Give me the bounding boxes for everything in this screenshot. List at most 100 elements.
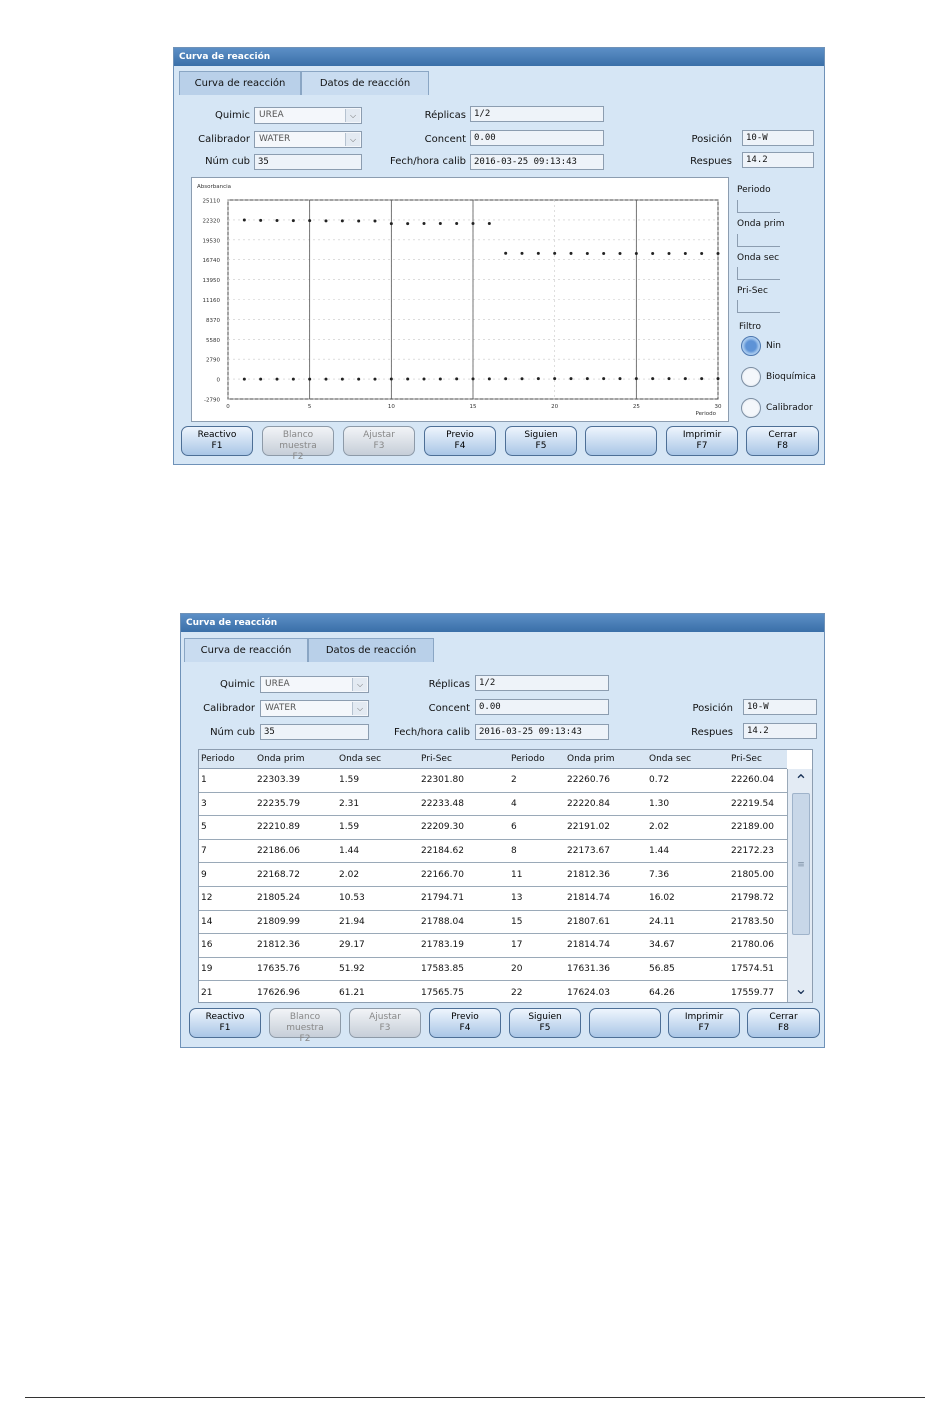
x-axis-label: Periodo xyxy=(695,411,716,417)
table-cell: 21805.24 xyxy=(255,886,337,911)
empty-button[interactable] xyxy=(585,426,657,456)
table-cell: 2.02 xyxy=(337,862,419,887)
table-row[interactable]: 7 22186.06 1.44 22184.62 8 22173.67 1.44 22172.… xyxy=(199,839,787,864)
imprimir-label: Imprimir xyxy=(682,430,722,440)
col-onda-sec-1: Onda sec xyxy=(337,750,419,769)
chevron-down-icon[interactable]: ⌵ xyxy=(345,109,360,122)
reactivo-button[interactable]: Reactivo F1 xyxy=(181,426,253,456)
filter-radio-bioquimica[interactable] xyxy=(741,367,761,387)
data-point xyxy=(373,377,377,381)
calibrador-select[interactable]: WATER ⌵ xyxy=(254,131,362,148)
data-point xyxy=(700,252,704,256)
blanco-muestra-button[interactable]: Blanco muestra F2 xyxy=(269,1008,341,1044)
table-cell: 1.59 xyxy=(337,768,419,793)
data-point xyxy=(291,219,295,223)
table-row[interactable]: 3 22235.79 2.31 22233.48 4 22220.84 1.30 22219.… xyxy=(199,792,787,817)
table-cell: 17626.96 xyxy=(255,980,337,1002)
ajustar-label: Ajustar xyxy=(369,1012,401,1022)
chevron-down-icon[interactable]: ⌵ xyxy=(345,133,360,146)
table-cell: 8 xyxy=(509,839,565,864)
table-cell: 21812.36 xyxy=(565,862,647,887)
data-point xyxy=(406,222,410,226)
table-row[interactable]: 19 17635.76 51.92 17583.85 20 17631.36 56.85 17… xyxy=(199,957,787,982)
table-cell: 14 xyxy=(199,910,255,935)
data-point xyxy=(438,377,442,381)
scroll-down-icon[interactable]: ⌄ xyxy=(790,979,812,999)
table-row[interactable]: 9 22168.72 2.02 22166.70 11 21812.36 7.36 21805… xyxy=(199,862,787,887)
chevron-down-icon[interactable]: ⌵ xyxy=(352,678,367,691)
imprimir-label: Imprimir xyxy=(684,1012,724,1022)
table-scrollbar[interactable]: ⌃ ≡ ⌄ xyxy=(787,769,812,1002)
reaction-data-window: Curva de reacción Curva de reacción Dato… xyxy=(180,613,825,1048)
quimic-select[interactable]: UREA ⌵ xyxy=(254,107,362,124)
blanco-muestra-key: F2 xyxy=(292,452,304,462)
table-cell: 17 xyxy=(509,933,565,958)
previo-key: F4 xyxy=(454,441,466,451)
col-pri-sec-1: Pri-Sec xyxy=(419,750,509,769)
table-row[interactable]: 5 22210.89 1.59 22209.30 6 22191.02 2.02 22189.… xyxy=(199,815,787,840)
tab-reaction-data[interactable]: Datos de reacción xyxy=(308,638,434,662)
data-point xyxy=(520,251,524,255)
filter-radio-calibrador[interactable] xyxy=(741,398,761,418)
siguien-button[interactable]: Siguien F5 xyxy=(509,1008,581,1038)
filtro-label: Filtro xyxy=(739,322,762,332)
scroll-thumb[interactable]: ≡ xyxy=(792,793,810,935)
table-row[interactable]: 14 21809.99 21.94 21788.04 15 21807.61 24.11 21… xyxy=(199,910,787,935)
data-point xyxy=(602,251,606,255)
imprimir-button[interactable]: Imprimir F7 xyxy=(668,1008,740,1038)
ajustar-button[interactable]: Ajustar F3 xyxy=(343,426,415,456)
tab-reaction-curve[interactable]: Curva de reacción xyxy=(179,71,301,95)
table-cell: 5 xyxy=(199,815,255,840)
replicas-label: Réplicas xyxy=(424,110,466,121)
table-cell: 4 xyxy=(509,792,565,817)
data-point xyxy=(683,377,687,381)
tab-reaction-curve[interactable]: Curva de reacción xyxy=(184,638,308,662)
tab-reaction-data[interactable]: Datos de reacción xyxy=(301,71,429,95)
reactivo-key: F1 xyxy=(219,1023,231,1033)
filter-bioquimica-label: Bioquímica xyxy=(766,372,816,382)
quimic-select[interactable]: UREA ⌵ xyxy=(260,676,369,693)
cerrar-button[interactable]: Cerrar F8 xyxy=(746,426,819,456)
table-cell: 13 xyxy=(509,886,565,911)
table-row[interactable]: 12 21805.24 10.53 21794.71 13 21814.74 16.02 21… xyxy=(199,886,787,911)
data-point xyxy=(651,377,655,381)
data-point xyxy=(422,222,426,226)
y-tick-label: -2790 xyxy=(204,398,220,404)
scroll-up-icon[interactable]: ⌃ xyxy=(790,771,812,791)
data-point xyxy=(618,251,622,255)
table-cell: 7.36 xyxy=(647,862,729,887)
data-point xyxy=(357,377,361,381)
reactivo-button[interactable]: Reactivo F1 xyxy=(189,1008,261,1038)
pri-sec-label: Pri-Sec xyxy=(737,286,768,296)
imprimir-button[interactable]: Imprimir F7 xyxy=(666,426,738,456)
empty-button[interactable] xyxy=(589,1008,661,1038)
table-cell: 2.02 xyxy=(647,815,729,840)
blanco-muestra-button[interactable]: Blanco muestra F2 xyxy=(262,426,334,462)
cerrar-key: F8 xyxy=(778,1023,789,1033)
table-cell: 22191.02 xyxy=(565,815,647,840)
periodo-field xyxy=(737,200,780,213)
table-cell: 61.21 xyxy=(337,980,419,1002)
table-row[interactable]: 16 21812.36 29.17 21783.19 17 21814.74 34.67 21… xyxy=(199,933,787,958)
data-point xyxy=(389,377,393,381)
posicion-label: Posición xyxy=(692,703,733,714)
col-onda-prim-1: Onda prim xyxy=(255,750,337,769)
table-row[interactable]: 1 22303.39 1.59 22301.80 2 22260.76 0.72 22260.… xyxy=(199,768,787,793)
ajustar-button[interactable]: Ajustar F3 xyxy=(349,1008,421,1038)
calibrador-select[interactable]: WATER ⌵ xyxy=(260,700,369,717)
table-row[interactable]: 21 17626.96 61.21 17565.75 22 17624.03 64.26 17… xyxy=(199,980,787,1002)
table-cell: 22184.62 xyxy=(419,839,509,864)
fecha-field: 2016-03-25 09:13:43 xyxy=(475,724,609,740)
siguien-button[interactable]: Siguien F5 xyxy=(505,426,577,456)
previo-button[interactable]: Previo F4 xyxy=(424,426,496,456)
reaction-curve-window: Curva de reacción Curva de reacción Dato… xyxy=(173,47,825,465)
previo-button[interactable]: Previo F4 xyxy=(429,1008,501,1038)
numcub-field: 35 xyxy=(254,154,362,170)
data-point xyxy=(683,252,687,256)
x-tick-label: 5 xyxy=(308,404,312,410)
cerrar-button[interactable]: Cerrar F8 xyxy=(747,1008,820,1038)
data-point xyxy=(569,251,573,255)
chevron-down-icon[interactable]: ⌵ xyxy=(352,702,367,715)
filter-radio-nin[interactable] xyxy=(741,336,761,356)
reaction-data-table: Periodo Onda prim Onda sec Pri-Sec Perio… xyxy=(198,749,813,1003)
